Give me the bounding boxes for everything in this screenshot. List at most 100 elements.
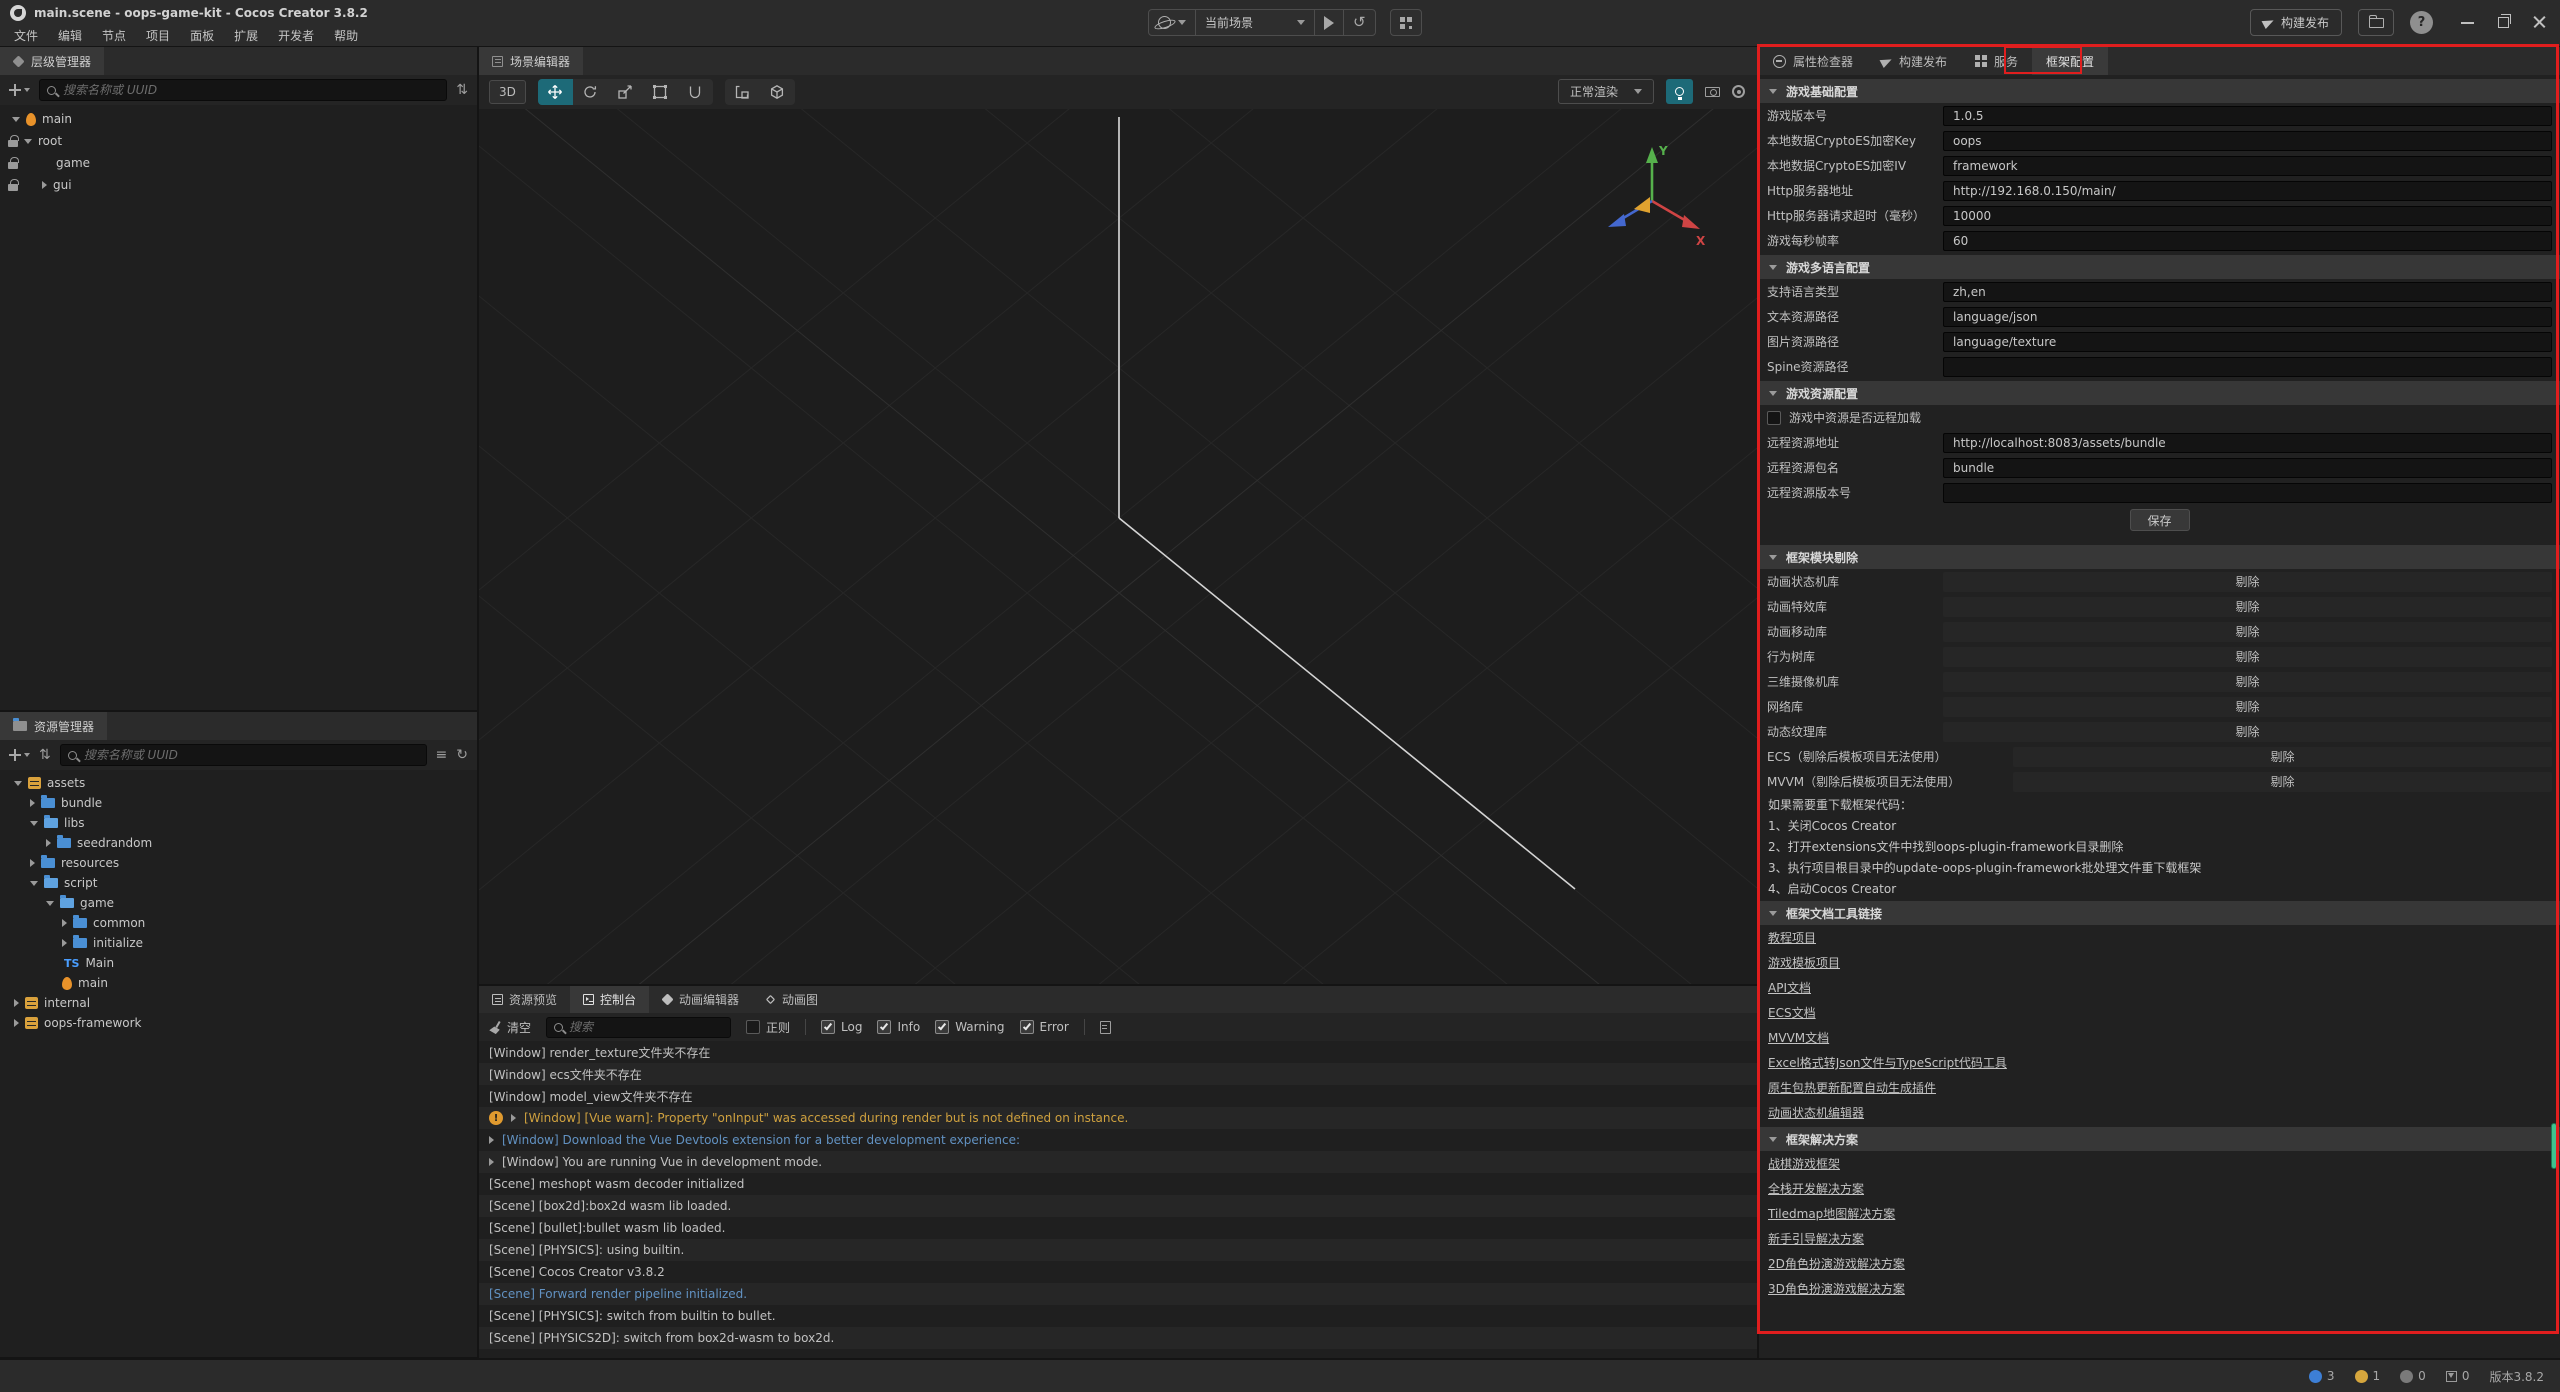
delete-module-button[interactable]: 剔除: [1943, 597, 2552, 617]
tree-node-root[interactable]: root: [0, 130, 477, 152]
build-publish-button[interactable]: 构建发布: [2250, 9, 2342, 36]
assets-refresh-button[interactable]: ↻: [456, 748, 468, 762]
lighting-toggle-button[interactable]: [1666, 79, 1693, 104]
assets-sort-button[interactable]: ⇅: [39, 748, 51, 762]
lang-texture-path-input[interactable]: [1943, 332, 2552, 352]
tab-scene-editor[interactable]: 场景编辑器: [479, 47, 583, 75]
console-search[interactable]: [546, 1017, 731, 1038]
rotate-tool-button[interactable]: [573, 79, 608, 105]
tab-console[interactable]: 控制台: [570, 986, 649, 1013]
solution-link[interactable]: Tiledmap地图解决方案: [1768, 1205, 1895, 1222]
preview-qr-button[interactable]: [1390, 9, 1422, 36]
scene-selector[interactable]: 当前场景: [1196, 10, 1314, 35]
doc-link[interactable]: API文档: [1768, 979, 1811, 996]
asset-node-game[interactable]: game: [0, 893, 477, 913]
remote-url-input[interactable]: [1943, 433, 2552, 453]
asset-node-script[interactable]: script: [0, 873, 477, 893]
section-solutions[interactable]: 框架解决方案: [1759, 1127, 2560, 1151]
minimize-button[interactable]: [2461, 22, 2474, 24]
solution-link[interactable]: 新手引导解决方案: [1768, 1230, 1864, 1247]
doc-link[interactable]: 教程项目: [1768, 929, 1816, 946]
help-button[interactable]: ?: [2410, 11, 2433, 34]
tab-assets[interactable]: 资源管理器: [0, 712, 107, 740]
expand-chevron-icon[interactable]: [489, 1158, 494, 1166]
package-count[interactable]: 0: [2446, 1369, 2470, 1383]
warning-count[interactable]: 1: [2355, 1369, 2381, 1383]
log-row[interactable]: [Scene] [PHYSICS2D]: switch from box2d-w…: [479, 1327, 1757, 1349]
log-row[interactable]: [Scene] [box2d]:box2d wasm lib loaded.: [479, 1195, 1757, 1217]
remote-load-checkbox[interactable]: 游戏中资源是否远程加载: [1759, 405, 2560, 430]
filter-info-checkbox[interactable]: Info: [877, 1020, 920, 1034]
menu-extension[interactable]: 扩展: [224, 25, 268, 46]
log-row-link[interactable]: [Scene] Forward render pipeline initiali…: [479, 1283, 1757, 1305]
scene-viewport[interactable]: Y X: [479, 109, 1757, 984]
play-button[interactable]: [1315, 10, 1343, 35]
rect-tool-button[interactable]: [643, 79, 678, 105]
tab-build-publish[interactable]: 构建发布: [1867, 47, 1961, 75]
move-tool-button[interactable]: [538, 79, 573, 105]
asset-node-resources[interactable]: resources: [0, 853, 477, 873]
tab-animation-graph[interactable]: 动画图: [752, 986, 831, 1013]
asset-node-Main[interactable]: TS Main: [0, 953, 477, 973]
gizmo-space-button[interactable]: [760, 79, 795, 105]
asset-node-bundle[interactable]: bundle: [0, 793, 477, 813]
menu-project[interactable]: 项目: [136, 25, 180, 46]
info-count[interactable]: 3: [2309, 1369, 2335, 1383]
filter-error-checkbox[interactable]: Error: [1020, 1020, 1069, 1034]
asset-node-oops-framework[interactable]: oops-framework: [0, 1013, 477, 1033]
tab-service[interactable]: 服务: [1961, 47, 2032, 75]
doc-link[interactable]: Excel格式转Json文件与TypeScript代码工具: [1768, 1054, 2007, 1071]
log-row[interactable]: [Window] ecs文件夹不存在: [479, 1063, 1757, 1085]
axis-gizmo[interactable]: Y X: [1592, 137, 1712, 257]
log-row[interactable]: [Window] render_texture文件夹不存在: [479, 1041, 1757, 1063]
asset-node-libs[interactable]: libs: [0, 813, 477, 833]
menu-edit[interactable]: 编辑: [48, 25, 92, 46]
delete-module-button[interactable]: 剔除: [1943, 622, 2552, 642]
open-project-folder-button[interactable]: [2358, 9, 2394, 36]
solution-link[interactable]: 2D角色扮演游戏解决方案: [1768, 1255, 1905, 1272]
console-clear-button[interactable]: 清空: [489, 1019, 531, 1036]
menu-file[interactable]: 文件: [4, 25, 48, 46]
http-timeout-input[interactable]: [1943, 206, 2552, 226]
log-row[interactable]: [Scene] Cocos Creator v3.8.2: [479, 1261, 1757, 1283]
log-file-button[interactable]: [1100, 1021, 1111, 1034]
step-button[interactable]: ↺: [1344, 10, 1375, 35]
section-modules[interactable]: 框架模块剔除: [1759, 545, 2560, 569]
crypto-key-input[interactable]: [1943, 131, 2552, 151]
tree-node-game[interactable]: game: [0, 152, 477, 174]
asset-node-seedrandom[interactable]: seedrandom: [0, 833, 477, 853]
fps-input[interactable]: [1943, 231, 2552, 251]
tab-asset-preview[interactable]: 资源预览: [479, 986, 570, 1013]
hierarchy-sort-button[interactable]: ⇅: [456, 83, 468, 97]
log-row[interactable]: [Window] model_view文件夹不存在: [479, 1085, 1757, 1107]
asset-node-internal[interactable]: internal: [0, 993, 477, 1013]
log-row[interactable]: [Window] You are running Vue in developm…: [479, 1151, 1757, 1173]
menu-help[interactable]: 帮助: [324, 25, 368, 46]
filter-warning-checkbox[interactable]: Warning: [935, 1020, 1004, 1034]
doc-link[interactable]: 原生包热更新配置自动生成插件: [1768, 1079, 1936, 1096]
section-language[interactable]: 游戏多语言配置: [1759, 255, 2560, 279]
hierarchy-search-input[interactable]: [63, 83, 439, 97]
tab-framework-config[interactable]: 框架配置: [2032, 47, 2108, 75]
log-row[interactable]: [Scene] [bullet]:bullet wasm lib loaded.: [479, 1217, 1757, 1239]
scale-tool-button[interactable]: [608, 79, 643, 105]
asset-node-main-scene[interactable]: main: [0, 973, 477, 993]
tab-animation-editor[interactable]: 动画编辑器: [649, 986, 752, 1013]
assets-filter-button[interactable]: ≡: [436, 748, 448, 762]
hierarchy-search[interactable]: [39, 79, 447, 101]
solution-link[interactable]: 3D角色扮演游戏解决方案: [1768, 1280, 1905, 1297]
section-doc-links[interactable]: 框架文档工具链接: [1759, 901, 2560, 925]
menu-panel[interactable]: 面板: [180, 25, 224, 46]
close-button[interactable]: [2533, 16, 2546, 29]
expand-chevron-icon[interactable]: [511, 1114, 516, 1122]
doc-link[interactable]: MVVM文档: [1768, 1029, 1829, 1046]
crypto-iv-input[interactable]: [1943, 156, 2552, 176]
assets-search-input[interactable]: [84, 748, 419, 762]
section-game-basic[interactable]: 游戏基础配置: [1759, 79, 2560, 103]
filter-log-checkbox[interactable]: Log: [821, 1020, 862, 1034]
remote-version-input[interactable]: [1943, 483, 2552, 503]
doc-link[interactable]: 动画状态机编辑器: [1768, 1104, 1864, 1121]
console-search-input[interactable]: [569, 1020, 723, 1034]
log-row[interactable]: [Scene] [PHYSICS]: using builtin.: [479, 1239, 1757, 1261]
tree-node-gui[interactable]: gui: [0, 174, 477, 196]
